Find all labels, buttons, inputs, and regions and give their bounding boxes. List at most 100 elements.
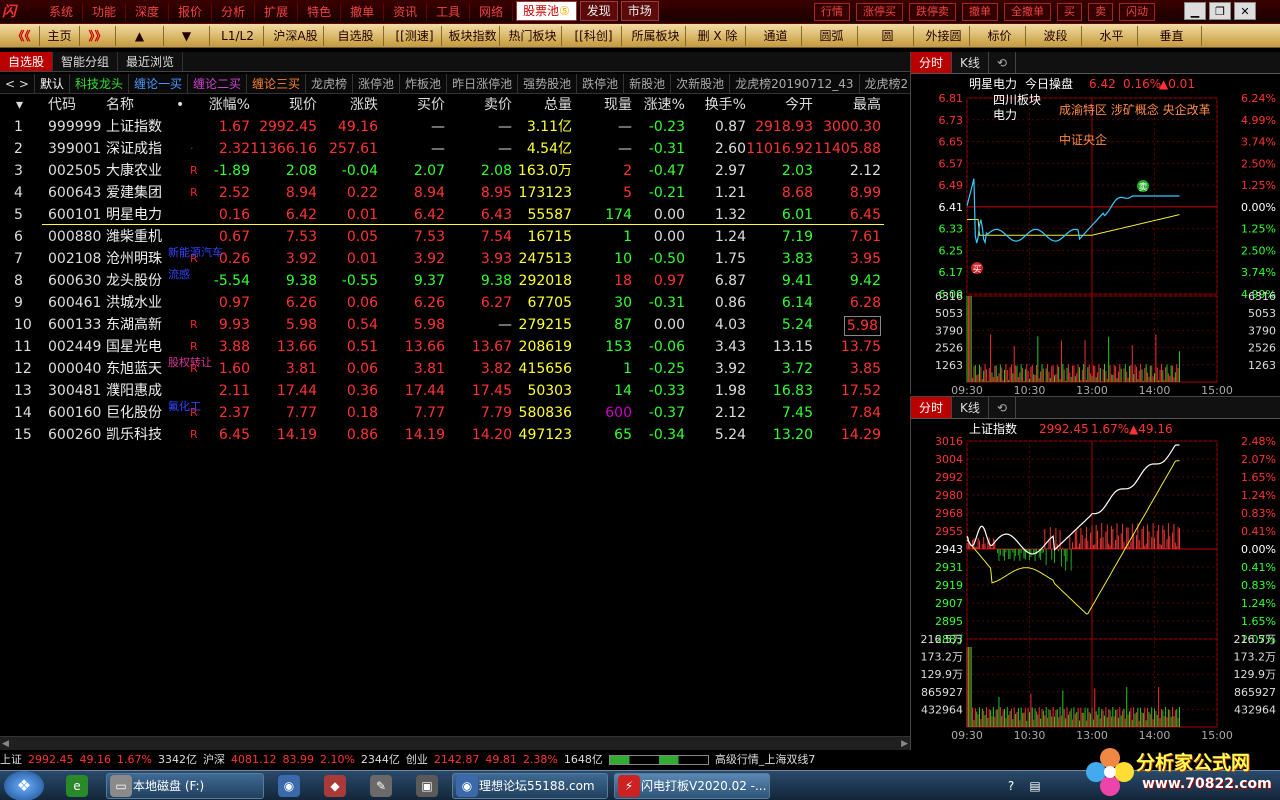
col-last-vol[interactable]: 现量 [604,94,632,116]
app-icon-4[interactable]: ▣ [416,775,438,797]
menu-item-4[interactable]: 分析 [212,3,255,21]
toolbar-item-6[interactable]: [[科创] [566,26,622,46]
scroll-right-icon[interactable]: ▶ [901,739,908,749]
table-row[interactable]: 10 600133 东湖高新 R 9.93 5.98 0.54 5.98—279215 87 0.… [0,314,910,336]
toolbar-item-9[interactable]: 通道 [750,26,802,46]
table-row[interactable]: 5 600101 明星电力 0.16 6.42 0.01 6.42 6.43 55587 174 0… [0,204,910,226]
tab-market[interactable]: 市场 [621,1,659,21]
table-row[interactable]: 15 600260 凯乐科技 R 6.45 14.19 0.86 14.19 14.20 4971… [0,424,910,446]
toolbar-item-7[interactable]: 所属板块 [626,26,686,46]
start-button[interactable]: ❖ [4,771,44,800]
group-tab-5[interactable]: 龙虎榜 [306,74,353,93]
table-row[interactable]: 2 399001 深证成指 · 2.32 11366.16 257.61 — — 4.54亿 — -0… [0,138,910,160]
menu-item-1[interactable]: 功能 [83,3,126,21]
browser-icon[interactable]: e [66,775,88,797]
table-row[interactable]: 11 002449 国星光电 R 3.88 13.66 0.51 13.66 13.67 2086… [0,336,910,358]
tab-recent[interactable]: 最近浏览 [118,52,183,71]
col-pct-change[interactable]: 涨幅% [209,94,250,116]
toolbar-item-12[interactable]: 外接圆 [918,26,970,46]
menu-item-9[interactable]: 工具 [427,3,470,21]
col-name[interactable]: 名称 [106,94,134,116]
toolbar-item-14[interactable]: 波段 [1030,26,1082,46]
group-tab-1[interactable]: 科技龙头 [70,74,129,93]
group-tab-7[interactable]: 炸板池 [400,74,447,93]
menu-item-7[interactable]: 撤单 [341,3,384,21]
toolbar-item-11[interactable]: 圆 [862,26,914,46]
menu-item-3[interactable]: 报价 [169,3,212,21]
col-turnover[interactable]: 换手% [705,94,746,116]
refresh-icon[interactable]: ⟲ [989,52,1016,73]
col-high[interactable]: 最高 [853,94,881,116]
menu-item-10[interactable]: 网络 [470,3,513,21]
tab-stock-pool[interactable]: 股票池⑤ [516,1,577,21]
tab-discover[interactable]: 发现 [580,1,618,21]
table-row[interactable]: 14 600160 巨化股份 R 氟化工 2.37 7.77 0.18 7.77 7.79 5808… [0,402,910,424]
col-volume[interactable]: 总量 [544,94,572,116]
trade-button-5[interactable]: 买 [1057,3,1082,21]
trade-button-6[interactable]: 卖 [1088,3,1113,21]
table-row[interactable]: 12 000040 东旭蓝天 R 股权转让 1.60 3.81 0.06 3.81 3.82 415… [0,358,910,380]
toolbar-item-1[interactable]: 沪深A股 [268,26,324,46]
trade-button-0[interactable]: 行情 [814,3,850,21]
toolbar-item-0[interactable]: L1/L2 [212,26,264,46]
group-tab-0[interactable]: 默认 [35,74,70,93]
group-tab-4[interactable]: 缠论三买 [247,74,306,93]
col-speed[interactable]: 涨速% [644,94,685,116]
toolbar-item-10[interactable]: 圆弧 [806,26,858,46]
table-row[interactable]: 7 002108 沧州明珠 R 新能源汽车 0.26 3.92 0.01 3.92 3.93 247… [0,248,910,270]
col-code[interactable]: 代码 [48,94,76,116]
toolbar-item-4[interactable]: 板块指数 [446,26,500,46]
table-row[interactable]: 3 002505 大康农业 R -1.89 2.08 -0.04 2.07 2.08 163.0万… [0,160,910,182]
help-icon[interactable]: ? [1000,775,1022,797]
col-price[interactable]: 现价 [289,94,317,116]
toolbar-item-8[interactable]: 删 X 除 [690,26,746,46]
group-tab-10[interactable]: 跌停池 [577,74,624,93]
col-bid[interactable]: 买价 [417,94,445,116]
network-icon[interactable]: ▤ [1024,775,1046,797]
trade-button-2[interactable]: 跌停卖 [909,3,956,21]
table-row[interactable]: 6 000880 潍柴重机 0.67 7.53 0.05 7.53 7.54 16715 1 0.0… [0,226,910,248]
group-tab-8[interactable]: 昨日涨停池 [447,74,518,93]
app-icon-2[interactable]: ◆ [324,775,346,797]
scroll-left-icon[interactable]: ◀ [2,739,9,749]
forward-button[interactable]: 》》 [80,26,116,46]
tab-kline[interactable]: K线 [952,52,989,73]
group-tab-6[interactable]: 涨停池 [353,74,400,93]
menu-item-2[interactable]: 深度 [126,3,169,21]
scroll-up-button[interactable]: ▲ [116,26,164,46]
tab-kline-2[interactable]: K线 [952,397,989,418]
maximize-button[interactable]: ❐ [1209,2,1231,20]
table-row[interactable]: 1 999999 上证指数 1.67 2992.45 49.16 — — 3.11亿 — -0.23… [0,116,910,138]
sort-icon[interactable]: ▾ [16,94,23,116]
home-button[interactable]: 主页 [40,26,80,46]
group-tab-12[interactable]: 次新股池 [671,74,730,93]
toolbar-item-13[interactable]: 标价 [974,26,1026,46]
trade-button-4[interactable]: 全撤单 [1004,3,1051,21]
toolbar-item-15[interactable]: 水平 [1086,26,1138,46]
tab-my-stocks[interactable]: 自选股 [0,52,53,71]
tab-intraday-2[interactable]: 分时 [911,397,952,418]
table-row[interactable]: 13 300481 濮阳惠成 2.11 17.44 0.36 17.44 17.45 50303… [0,380,910,402]
toolbar-item-16[interactable]: 垂直 [1142,26,1202,46]
group-tab-11[interactable]: 新股池 [624,74,671,93]
menu-item-8[interactable]: 资讯 [384,3,427,21]
menu-item-0[interactable]: 系统 [40,3,83,21]
group-tab-9[interactable]: 强势股池 [518,74,577,93]
menu-item-5[interactable]: 扩展 [255,3,298,21]
tab-smart-group[interactable]: 智能分组 [53,52,118,71]
app-icon-3[interactable]: ✎ [370,775,392,797]
group-tab-13[interactable]: 龙虎榜20190712_43 [730,74,859,93]
col-open[interactable]: 今开 [785,94,813,116]
group-scroll-arrows[interactable]: < > [0,74,35,93]
table-row[interactable]: 4 600643 爱建集团 R 2.52 8.94 0.22 8.94 8.95 173123 5-… [0,182,910,204]
toolbar-item-5[interactable]: 热门板块 [504,26,562,46]
table-row[interactable]: 8 600630 龙头股份 流感 -5.54 9.38 -0.55 9.37 9.38 29201… [0,270,910,292]
group-tab-14[interactable]: 龙虎榜2 [860,74,911,93]
app-icon-1[interactable]: ◉ [278,775,300,797]
trade-button-7[interactable]: 闪动 [1119,3,1155,21]
group-tab-2[interactable]: 缠论一买 [129,74,188,93]
close-button[interactable]: ✕ [1234,2,1256,20]
col-ask[interactable]: 卖价 [484,94,512,116]
tab-intraday[interactable]: 分时 [911,52,952,73]
refresh-icon[interactable]: ⟲ [989,397,1016,418]
